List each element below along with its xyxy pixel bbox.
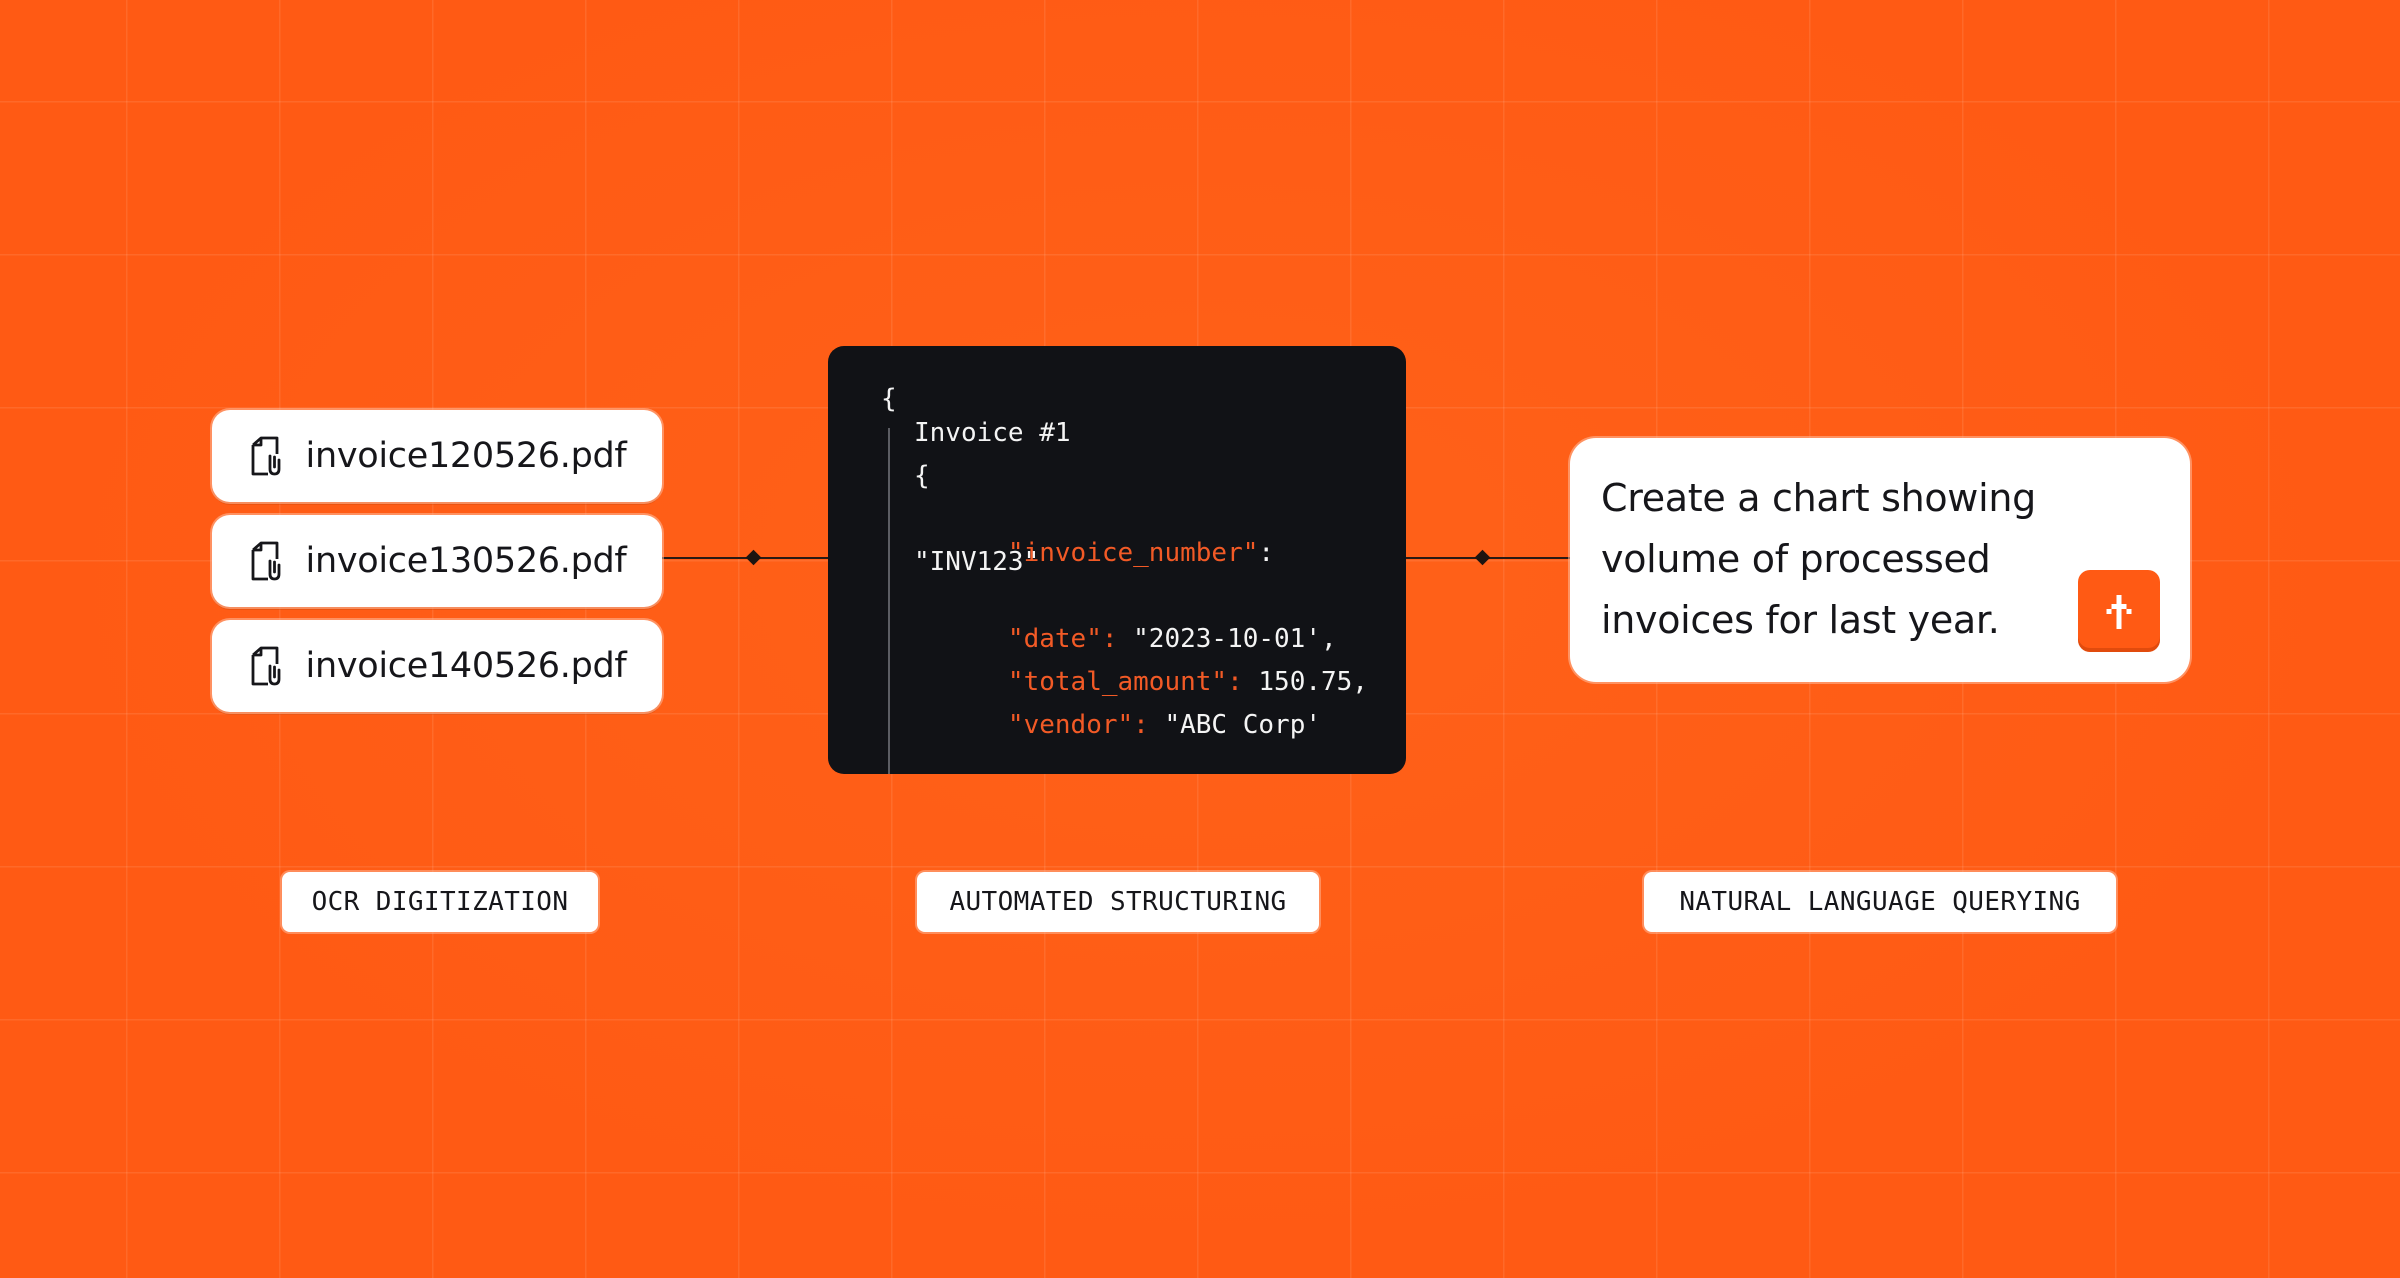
connector-node-left: [745, 549, 762, 566]
code-line-vendor: "vendor": "ABC Corp': [914, 674, 1321, 776]
query-text[interactable]: Create a chart showing volume of process…: [1601, 468, 2071, 651]
code-inner-brace: {: [914, 461, 930, 491]
code-value-invoice-number: "INV123": [914, 547, 1040, 577]
code-value-vendor: "ABC Corp': [1148, 710, 1321, 740]
stage-label-querying: NATURAL LANGUAGE QUERYING: [1644, 872, 2116, 932]
arrow-up-icon: [2106, 595, 2132, 629]
code-key-invoice-number: "invoice_number": [1007, 538, 1259, 568]
pdf-file-icon: [251, 541, 280, 581]
file-item[interactable]: invoice140526.pdf: [212, 620, 662, 712]
stage-label-ocr: OCR DIGITIZATION: [282, 872, 598, 932]
stage-label-structuring: AUTOMATED STRUCTURING: [917, 872, 1319, 932]
file-name: invoice120526.pdf: [305, 436, 627, 476]
connector-node-right: [1474, 549, 1491, 566]
query-input-card[interactable]: Create a chart showing volume of process…: [1570, 438, 2190, 682]
pdf-file-icon: [251, 436, 280, 476]
code-open-brace: {: [881, 384, 897, 414]
file-item[interactable]: invoice130526.pdf: [212, 515, 662, 607]
json-code-panel: { Invoice #1 { "invoice_number": "INV123…: [828, 346, 1406, 774]
code-indent-rail: [888, 428, 890, 774]
code-invoice-title: Invoice #1: [914, 418, 1071, 448]
send-button[interactable]: [2078, 570, 2160, 652]
file-name: invoice140526.pdf: [305, 646, 627, 686]
code-colon: :: [1258, 538, 1275, 568]
diagram-canvas: invoice120526.pdf invoice130526.pdf invo…: [0, 0, 2400, 1278]
file-name: invoice130526.pdf: [305, 541, 627, 581]
pdf-file-icon: [251, 646, 280, 686]
code-key-vendor: "vendor":: [1007, 710, 1149, 740]
file-item[interactable]: invoice120526.pdf: [212, 410, 662, 502]
